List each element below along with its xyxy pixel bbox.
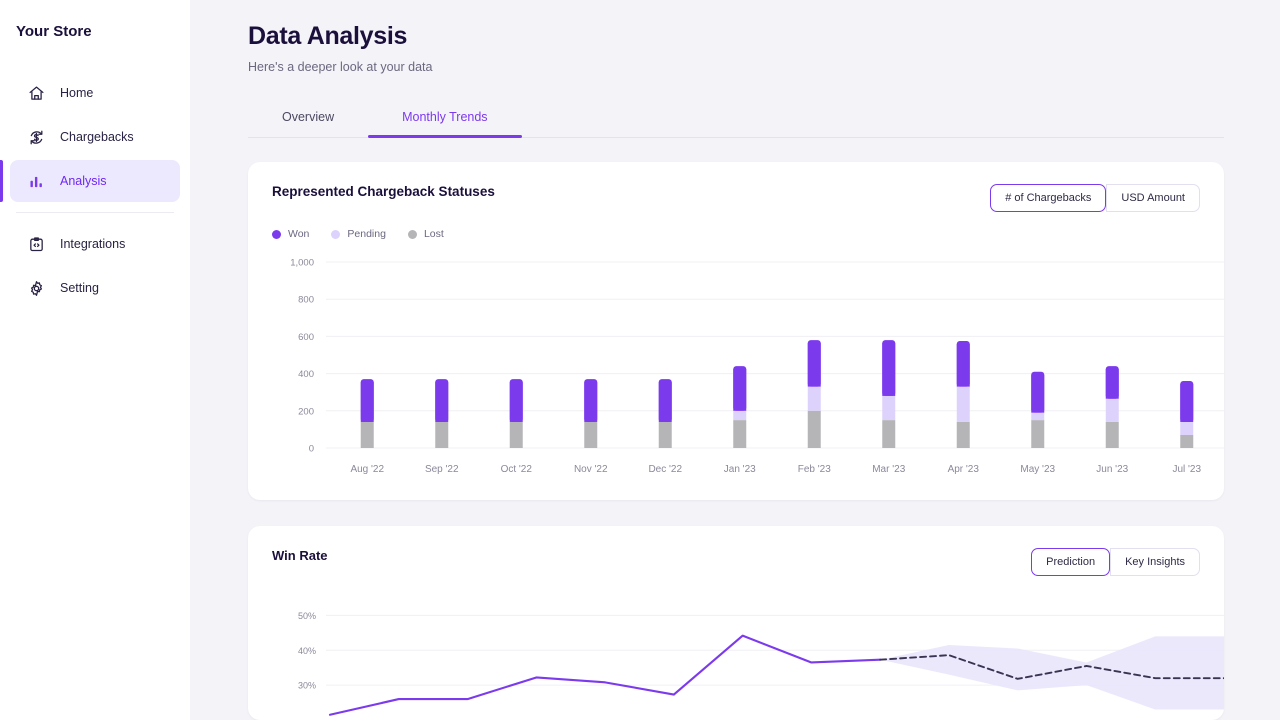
sidebar-item-label: Home (60, 86, 93, 100)
card-title: Win Rate (272, 548, 328, 563)
tab-overview[interactable]: Overview (248, 100, 368, 137)
card-header: Win Rate Prediction Key Insights (272, 548, 1200, 576)
code-clipboard-icon (26, 234, 46, 254)
svg-text:40%: 40% (298, 646, 316, 656)
app-root: Your Store Home (0, 0, 1280, 720)
page-title: Data Analysis (248, 22, 1224, 51)
home-icon (26, 83, 46, 103)
svg-text:Apr '23: Apr '23 (948, 464, 980, 475)
legend-label-pending: Pending (347, 228, 386, 240)
svg-text:Jun '23: Jun '23 (1096, 464, 1128, 475)
sidebar-nav: Home Chargebacks (0, 72, 190, 309)
svg-text:50%: 50% (298, 611, 316, 621)
stacked-bar-chart: 0 200 400 600 800 1,000 Aug '22 Sep '22 Oct '22 N… (272, 254, 1200, 484)
svg-text:Nov '22: Nov '22 (574, 464, 608, 475)
sidebar-item-chargebacks[interactable]: Chargebacks (10, 116, 180, 158)
svg-text:400: 400 (298, 369, 314, 380)
gear-icon (26, 278, 46, 298)
svg-text:30%: 30% (298, 681, 316, 691)
legend-label-lost: Lost (424, 228, 444, 240)
svg-text:Feb '23: Feb '23 (798, 464, 831, 475)
sidebar-item-integrations[interactable]: Integrations (10, 223, 180, 265)
svg-text:May '23: May '23 (1020, 464, 1055, 475)
card-header: Represented Chargeback Statuses # of Cha… (272, 184, 1200, 212)
sidebar-item-setting[interactable]: Setting (10, 267, 180, 309)
sidebar-item-label: Chargebacks (60, 130, 134, 144)
sidebar-item-label: Integrations (60, 237, 125, 251)
metric-toggle-group: # of Chargebacks USD Amount (990, 184, 1200, 212)
store-title: Your Store (0, 18, 190, 46)
legend-item-won: Won (272, 228, 309, 240)
sidebar-item-home[interactable]: Home (10, 72, 180, 114)
stacked-bar-chart-svg: 0 200 400 600 800 1,000 Aug '22 Sep '22 Oct '22 N… (272, 254, 1224, 484)
toggle-num-chargebacks[interactable]: # of Chargebacks (990, 184, 1106, 212)
page-subtitle: Here's a deeper look at your data (248, 60, 1224, 74)
legend-label-won: Won (288, 228, 309, 240)
sidebar-item-label: Setting (60, 281, 99, 295)
legend-swatch-won (272, 230, 281, 239)
card-title: Represented Chargeback Statuses (272, 184, 495, 199)
svg-text:1,000: 1,000 (290, 258, 314, 269)
svg-text:200: 200 (298, 406, 314, 417)
svg-text:Sep '22: Sep '22 (425, 464, 459, 475)
bar-chart-icon (26, 171, 46, 191)
sidebar-divider (16, 212, 174, 213)
svg-text:Dec '22: Dec '22 (648, 464, 682, 475)
tab-bar: Overview Monthly Trends (248, 100, 1224, 138)
sidebar: Your Store Home (0, 0, 190, 720)
svg-text:600: 600 (298, 332, 314, 343)
chargeback-refresh-icon (26, 127, 46, 147)
svg-text:Mar '23: Mar '23 (872, 464, 905, 475)
win-rate-card: Win Rate Prediction Key Insights 30% 40% 5… (248, 526, 1224, 720)
legend-item-pending: Pending (331, 228, 386, 240)
svg-text:Oct '22: Oct '22 (501, 464, 533, 475)
legend-swatch-lost (408, 230, 417, 239)
chargeback-statuses-card: Represented Chargeback Statuses # of Cha… (248, 162, 1224, 500)
win-rate-chart-svg: 30% 40% 50% (272, 590, 1224, 720)
tab-monthly-trends[interactable]: Monthly Trends (368, 100, 521, 137)
sidebar-item-label: Analysis (60, 174, 107, 188)
toggle-prediction[interactable]: Prediction (1031, 548, 1110, 576)
toggle-usd-amount[interactable]: USD Amount (1106, 184, 1200, 212)
win-rate-chart: 30% 40% 50% (272, 590, 1200, 720)
svg-text:Jan '23: Jan '23 (724, 464, 756, 475)
winrate-toggle-group: Prediction Key Insights (1031, 548, 1200, 576)
svg-text:0: 0 (309, 444, 314, 455)
toggle-key-insights[interactable]: Key Insights (1110, 548, 1200, 576)
chart-legend: Won Pending Lost (272, 228, 1200, 240)
svg-text:Aug '22: Aug '22 (350, 464, 384, 475)
main-content: Data Analysis Here's a deeper look at yo… (190, 0, 1280, 720)
sidebar-item-analysis[interactable]: Analysis (10, 160, 180, 202)
legend-item-lost: Lost (408, 228, 444, 240)
legend-swatch-pending (331, 230, 340, 239)
svg-text:Jul '23: Jul '23 (1172, 464, 1201, 475)
svg-text:800: 800 (298, 295, 314, 306)
